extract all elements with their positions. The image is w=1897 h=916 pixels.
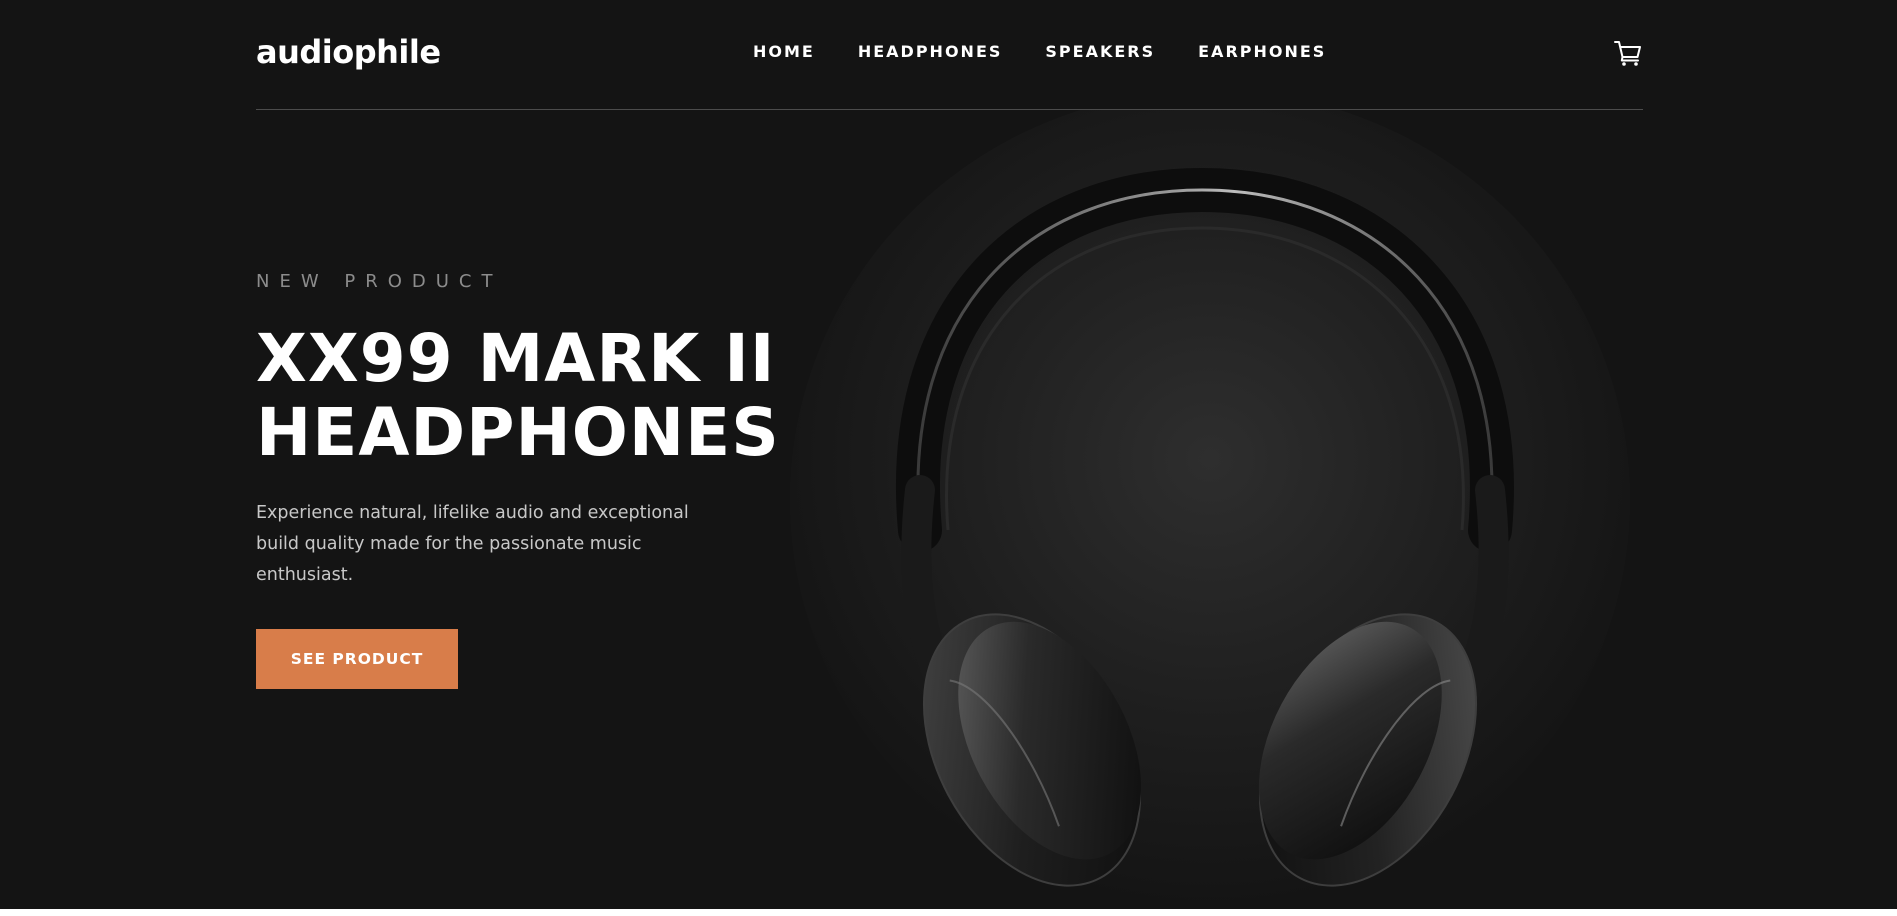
hero-section: audiophile HOME HEADPHONES SPEAKERS EARP… xyxy=(0,0,1897,909)
main-nav: HOME HEADPHONES SPEAKERS EARPHONES xyxy=(753,42,1326,62)
cart-icon[interactable] xyxy=(1613,38,1643,68)
logo[interactable]: audiophile xyxy=(256,32,441,72)
hero-title-line-1: XX99 MARK II xyxy=(256,320,776,397)
nav-link-headphones[interactable]: HEADPHONES xyxy=(858,42,1003,62)
site-header: audiophile HOME HEADPHONES SPEAKERS EARP… xyxy=(256,0,1643,110)
nav-link-home[interactable]: HOME xyxy=(753,42,815,62)
page: audiophile HOME HEADPHONES SPEAKERS EARP… xyxy=(0,0,1897,916)
nav-link-speakers[interactable]: SPEAKERS xyxy=(1045,42,1155,62)
hero-description: Experience natural, lifelike audio and e… xyxy=(256,503,689,585)
eyebrow-label: NEW PRODUCT xyxy=(256,271,503,292)
hero-title-line-2: HEADPHONES xyxy=(256,394,780,471)
header-divider xyxy=(256,109,1643,110)
see-product-button[interactable]: SEE PRODUCT xyxy=(256,629,458,689)
headphones-image xyxy=(790,110,1630,900)
next-section-edge xyxy=(0,909,1897,916)
nav-link-earphones[interactable]: EARPHONES xyxy=(1198,42,1326,62)
hero-title: XX99 MARK II HEADPHONES xyxy=(256,322,780,470)
